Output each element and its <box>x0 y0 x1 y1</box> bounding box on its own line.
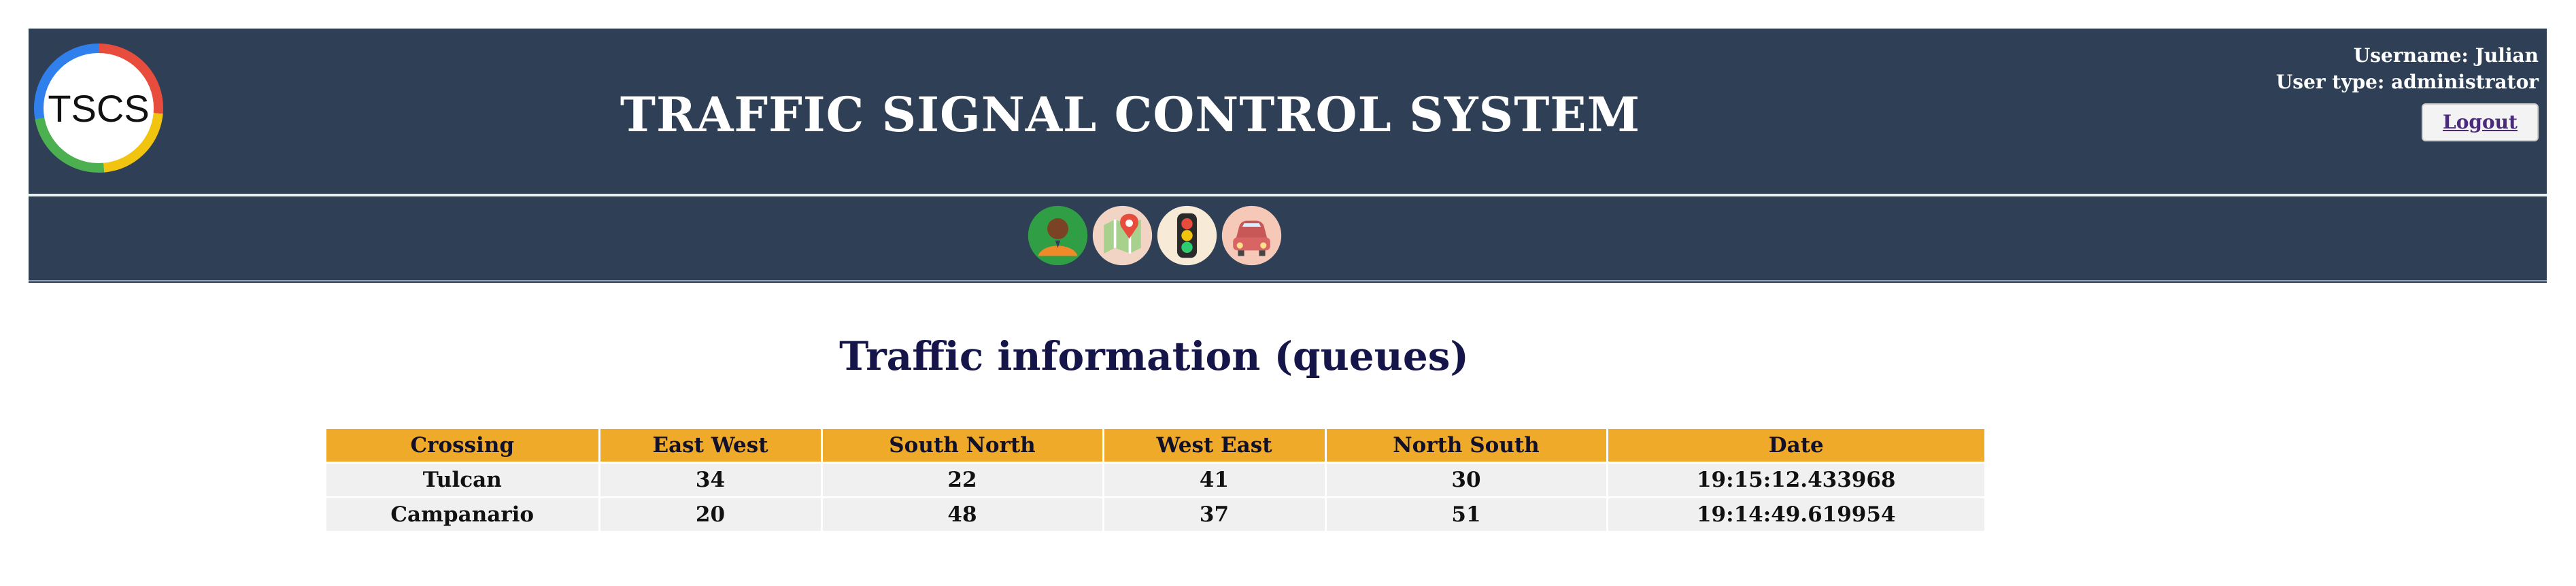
user-type-label: User type: administrator <box>2275 71 2539 93</box>
traffic-info-title: Traffic information (queues) <box>839 333 1469 379</box>
table-cell: 37 <box>1103 496 1327 531</box>
nav-bottom-line <box>29 280 2547 281</box>
table-cell: 48 <box>821 496 1104 531</box>
column-header: South North <box>821 429 1104 463</box>
logout-button[interactable]: Logout <box>2422 103 2539 141</box>
column-header: West East <box>1103 429 1327 463</box>
map-pin-icon[interactable] <box>1091 205 1153 266</box>
traffic-table: Crossing East West South North West East… <box>326 429 1984 531</box>
table-cell: 22 <box>821 462 1104 498</box>
table-cell: 19:14:49.619954 <box>1607 496 1984 531</box>
table-cell: 51 <box>1325 496 1608 531</box>
car-icon[interactable] <box>1221 205 1283 266</box>
nav-icons <box>1027 205 1283 266</box>
icon-nav-bar <box>29 196 2547 283</box>
table-cell: Campanario <box>326 496 600 531</box>
table-cell: 19:15:12.433968 <box>1607 462 1984 498</box>
traffic-table-wrapper: Crossing East West South North West East… <box>326 429 1984 531</box>
column-header: Crossing <box>326 429 600 463</box>
traffic-light-icon[interactable] <box>1156 205 1218 266</box>
table-cell: 20 <box>599 496 823 531</box>
username-label: Username: Julian <box>2353 44 2539 67</box>
table-row: Campanario 20 48 37 51 19:14:49.619954 <box>326 496 1984 531</box>
column-header: East West <box>599 429 823 463</box>
table-cell: Tulcan <box>326 462 600 498</box>
header-bar: TSCS TRAFFIC SIGNAL CONTROL SYSTEM Usern… <box>29 29 2547 194</box>
page-title: TRAFFIC SIGNAL CONTROL SYSTEM <box>620 86 1641 143</box>
page: TSCS TRAFFIC SIGNAL CONTROL SYSTEM Usern… <box>0 0 2576 586</box>
table-header-row: Crossing East West South North West East… <box>326 429 1984 463</box>
table-row: Tulcan 34 22 41 30 19:15:12.433968 <box>326 462 1984 498</box>
user-icon[interactable] <box>1027 205 1089 266</box>
user-info-box: Username: Julian User type: administrato… <box>2276 42 2539 141</box>
table-cell: 41 <box>1103 462 1327 498</box>
column-header: Date <box>1607 429 1984 463</box>
column-header: North South <box>1325 429 1608 463</box>
table-cell: 30 <box>1325 462 1608 498</box>
table-cell: 34 <box>599 462 823 498</box>
